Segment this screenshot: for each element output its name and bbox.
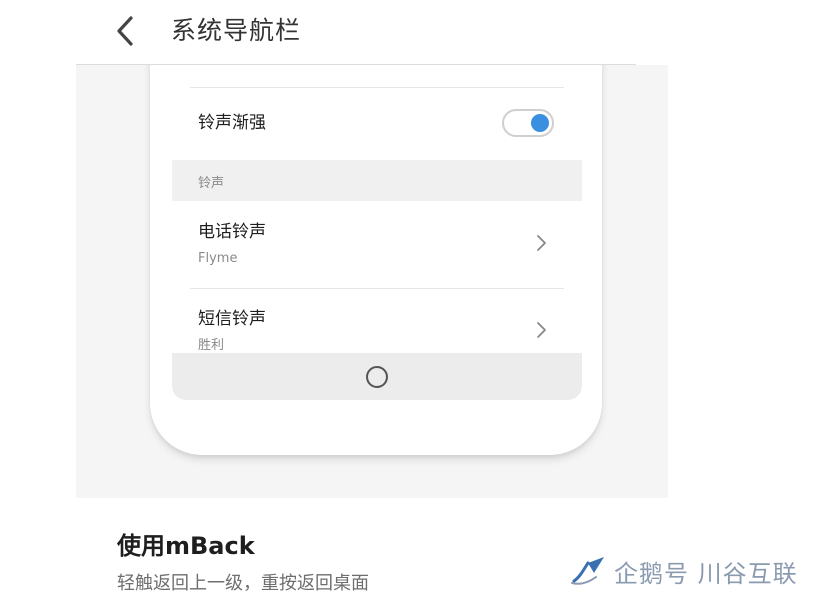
phone-ringtone-value: Flyme xyxy=(198,251,238,266)
watermark-text: 企鹅号 川谷互联 xyxy=(614,559,798,588)
fade-in-ringtone-label: 铃声渐强 xyxy=(198,113,266,133)
chevron-left-icon xyxy=(117,16,133,46)
phone-ringtone-label: 电话铃声 xyxy=(198,222,266,242)
divider xyxy=(190,87,564,88)
chevron-right-icon xyxy=(537,235,546,251)
penguin-logo-icon xyxy=(571,557,604,585)
divider xyxy=(190,288,564,289)
sms-ringtone-label: 短信铃声 xyxy=(198,309,266,329)
section-header: 铃声 xyxy=(172,160,582,201)
section-header-label: 铃声 xyxy=(198,176,225,191)
back-button[interactable] xyxy=(108,12,142,50)
system-navigation-bar xyxy=(172,353,582,400)
toggle-knob xyxy=(531,114,549,132)
fade-in-ringtone-toggle[interactable] xyxy=(502,109,554,137)
watermark: 企鹅号 川谷互联 xyxy=(570,553,798,589)
phone-mockup: 铃声渐强 铃声 电话铃声 Flyme 短信铃声 胜利 xyxy=(150,65,602,455)
option-title: 使用mBack xyxy=(117,532,255,560)
phone-screen: 铃声渐强 铃声 电话铃声 Flyme 短信铃声 胜利 xyxy=(172,65,582,360)
navigation-preview: 铃声渐强 铃声 电话铃声 Flyme 短信铃声 胜利 xyxy=(76,65,668,498)
app-header: 系统导航栏 xyxy=(0,0,833,64)
home-circle-icon[interactable] xyxy=(366,366,388,388)
option-description: 轻触返回上一级，重按返回桌面 xyxy=(117,573,369,594)
chevron-right-icon xyxy=(537,322,546,338)
page-title: 系统导航栏 xyxy=(171,16,302,45)
